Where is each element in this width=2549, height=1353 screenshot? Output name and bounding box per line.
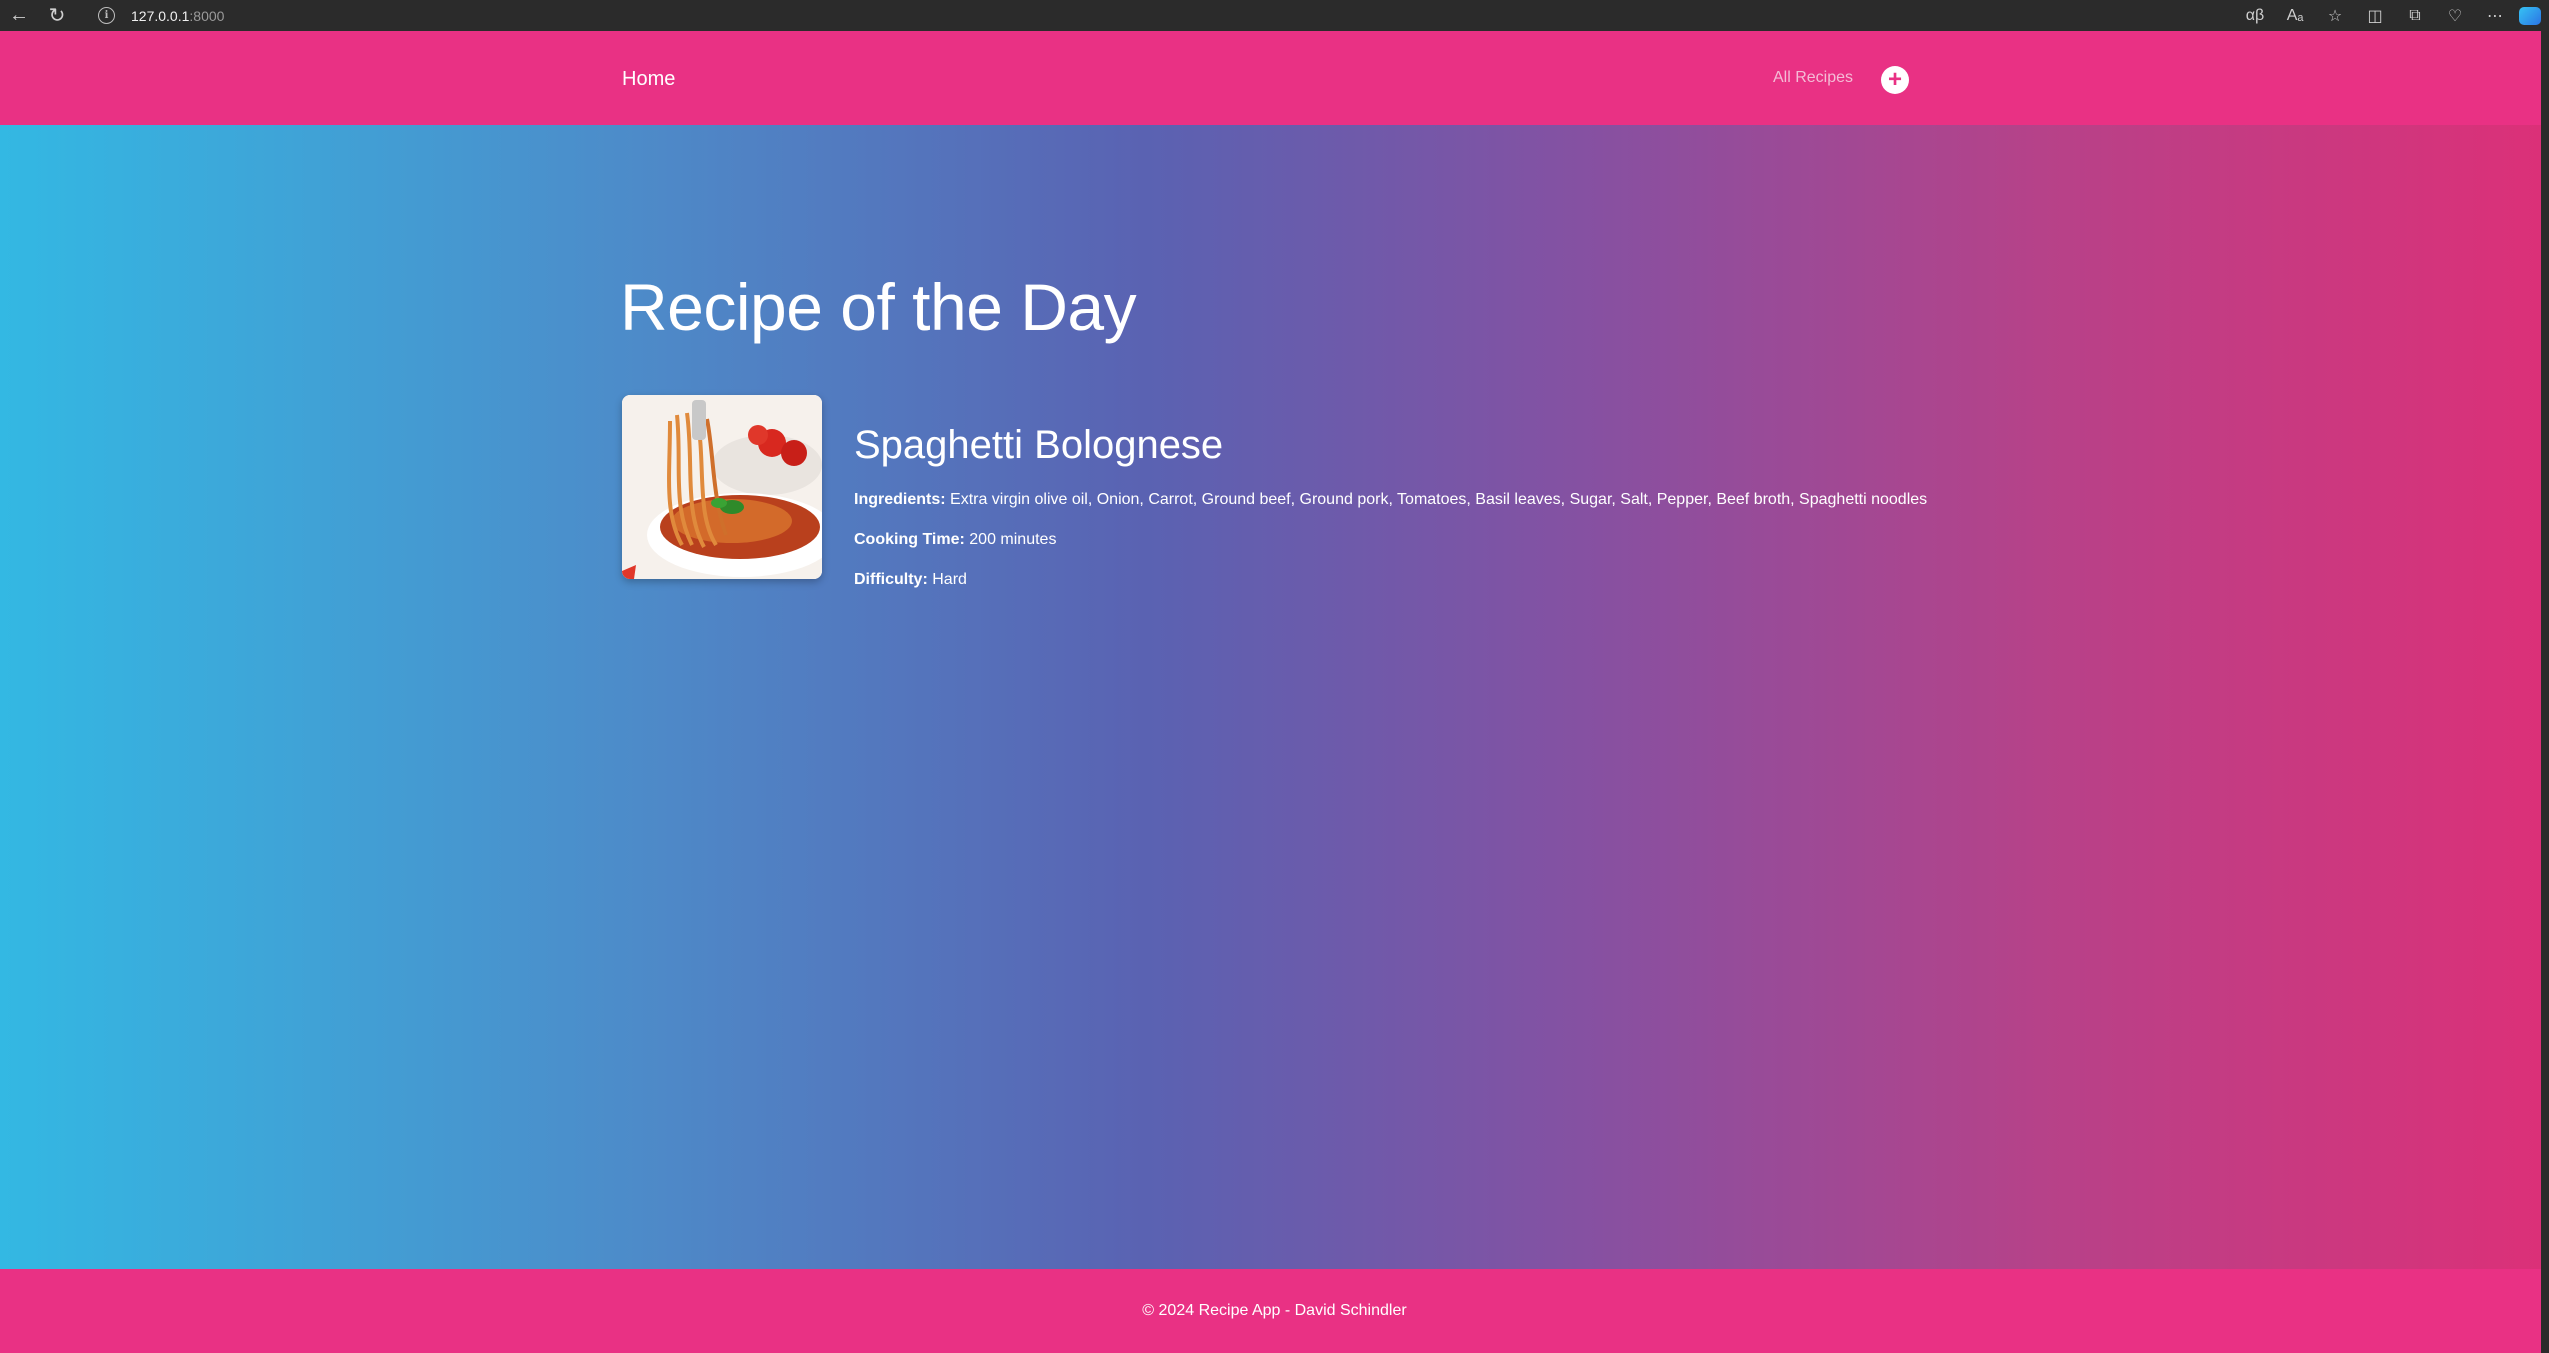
address-bar[interactable]: i 127.0.0.1:8000 <box>98 4 2198 27</box>
more-menu-icon[interactable]: ⋯ <box>2475 6 2515 26</box>
recipe-name: Spaghetti Bolognese <box>854 423 1224 467</box>
top-navbar: Home All Recipes + <box>0 31 2549 125</box>
favorite-star-icon[interactable]: ☆ <box>2315 6 2355 26</box>
split-screen-icon[interactable]: ◫ <box>2355 6 2395 26</box>
recipe-difficulty: Difficulty: Hard <box>854 571 967 589</box>
footer-text: © 2024 Recipe App - David Schindler <box>1142 1302 1407 1319</box>
recipe-image <box>622 395 822 579</box>
recipe-cooking-time: Cooking Time: 200 minutes <box>854 531 1056 549</box>
cooking-time-label: Cooking Time: <box>854 531 965 548</box>
cooking-time-value: 200 minutes <box>969 531 1057 548</box>
window-edge <box>2541 31 2549 1353</box>
immersive-reader-icon[interactable]: Aₐ <box>2275 7 2315 25</box>
add-recipe-button[interactable]: + <box>1881 66 1909 94</box>
reload-icon[interactable]: ↻ <box>38 0 76 31</box>
browser-actions: αβ Aₐ ☆ ◫ ⧉ ♡ ⋯ <box>2235 0 2549 31</box>
collections-icon[interactable]: ⧉ <box>2395 7 2435 25</box>
plus-icon: + <box>1887 66 1902 93</box>
read-aloud-icon[interactable]: αβ <box>2235 7 2275 25</box>
site-info-icon[interactable]: i <box>98 7 115 24</box>
footer: © 2024 Recipe App - David Schindler <box>0 1269 2549 1353</box>
home-link[interactable]: Home <box>622 68 675 91</box>
all-recipes-link[interactable]: All Recipes <box>1773 69 1853 87</box>
copilot-icon[interactable] <box>2519 6 2541 25</box>
url-port: :8000 <box>189 7 225 24</box>
recipe-ingredients: Ingredients: Extra virgin olive oil, Oni… <box>854 491 1927 509</box>
ingredients-label: Ingredients: <box>854 491 946 508</box>
recipe-card: Spaghetti Bolognese Ingredients: Extra v… <box>622 395 1927 588</box>
difficulty-label: Difficulty: <box>854 571 928 588</box>
back-icon[interactable]: ← <box>0 0 38 31</box>
browser-essentials-icon[interactable]: ♡ <box>2435 6 2475 26</box>
ingredients-value: Extra virgin olive oil, Onion, Carrot, G… <box>950 491 1928 508</box>
difficulty-value: Hard <box>932 571 967 588</box>
spaghetti-image-icon <box>622 395 822 579</box>
page-title: Recipe of the Day <box>620 270 1137 344</box>
page: Home All Recipes + Recipe of the Day Spa… <box>0 31 2549 1353</box>
browser-toolbar: ← ↻ i 127.0.0.1:8000 αβ Aₐ ☆ ◫ ⧉ ♡ ⋯ <box>0 0 2549 31</box>
url-host: 127.0.0.1 <box>131 7 190 24</box>
